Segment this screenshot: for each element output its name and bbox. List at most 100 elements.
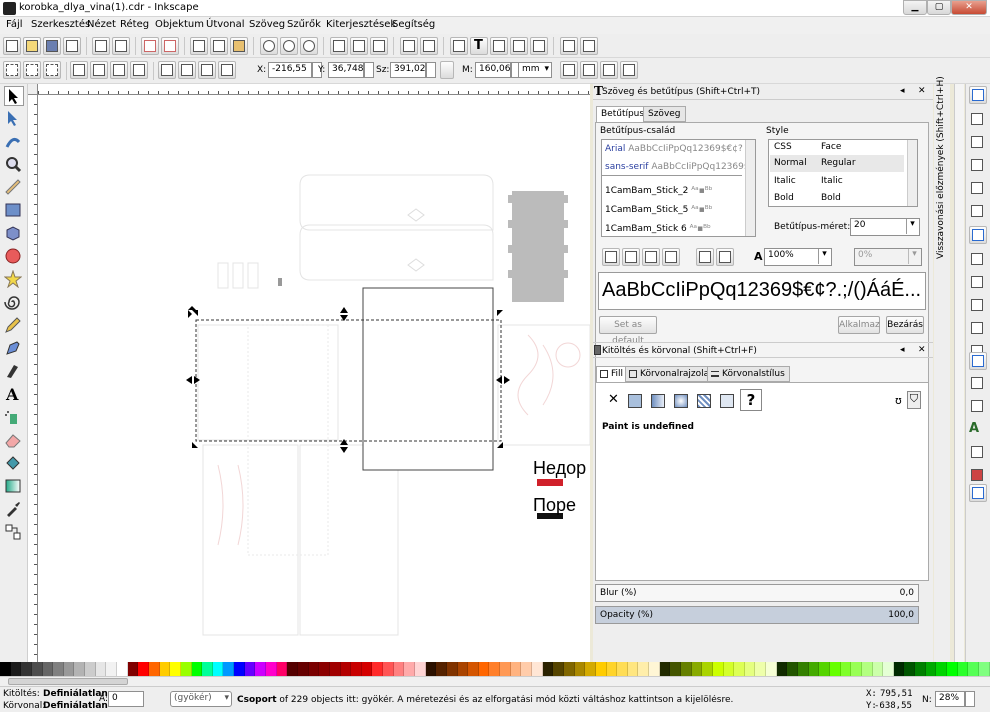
palette-swatch[interactable] <box>489 662 501 676</box>
palette-swatch[interactable] <box>755 662 767 676</box>
menu-view[interactable]: Nézet <box>87 19 116 30</box>
snap-bbox-edge-button[interactable] <box>969 134 987 152</box>
palette-swatch[interactable] <box>170 662 181 676</box>
snap-bbox-button[interactable] <box>969 111 987 129</box>
palette-swatch[interactable] <box>287 662 298 676</box>
snap-others-button[interactable] <box>969 352 987 370</box>
palette-swatch[interactable] <box>351 662 362 676</box>
palette-swatch[interactable] <box>0 662 11 676</box>
measure-tool-icon[interactable] <box>4 178 24 198</box>
export-button[interactable] <box>112 37 130 55</box>
menu-path[interactable]: Útvonal <box>206 19 245 30</box>
palette-swatch[interactable] <box>319 662 330 676</box>
panel-iconify-icon[interactable]: ◂ <box>900 86 905 96</box>
palette-swatch[interactable] <box>436 662 447 676</box>
palette-swatch[interactable] <box>361 662 373 676</box>
palette-swatch[interactable] <box>766 662 777 676</box>
font-item-arial[interactable]: Arial AaBbCcIiPpQq12369$€¢? <box>605 144 745 154</box>
swatch-icon[interactable] <box>720 394 734 408</box>
scale-corners-button[interactable] <box>580 61 598 79</box>
palette-swatch[interactable] <box>180 662 192 676</box>
palette-swatch[interactable] <box>478 662 490 676</box>
import-button[interactable] <box>92 37 110 55</box>
font-item-cambam-5[interactable]: 1CamBam_Stick_5 ᴬᵃ▪ᴮᵇ <box>605 205 745 215</box>
palette-swatch[interactable] <box>606 662 618 676</box>
raise-top-button[interactable] <box>158 61 176 79</box>
palette-swatch[interactable] <box>63 662 75 676</box>
lower-bottom-button[interactable] <box>218 61 236 79</box>
vertical-text-button[interactable] <box>716 248 734 266</box>
palette-swatch[interactable] <box>191 662 203 676</box>
snap-rotation-center-button[interactable] <box>969 398 987 416</box>
tab-stroke-paint[interactable]: Körvonalrajzolat <box>625 366 718 382</box>
palette-swatch[interactable] <box>95 662 107 676</box>
palette-swatch[interactable] <box>212 662 224 676</box>
pattern-icon[interactable] <box>697 394 711 408</box>
palette-swatch[interactable] <box>744 662 756 676</box>
palette-swatch[interactable] <box>595 662 607 676</box>
palette-swatch[interactable] <box>936 662 948 676</box>
align-center-button[interactable] <box>622 248 640 266</box>
transform-patterns-button[interactable] <box>620 61 638 79</box>
palette-swatch[interactable] <box>127 662 139 676</box>
zoom-page-button[interactable] <box>300 37 318 55</box>
palette-swatch[interactable] <box>42 662 54 676</box>
snap-bbox-center-button[interactable] <box>969 203 987 221</box>
snap-guides-button[interactable] <box>969 484 987 502</box>
palette-swatch[interactable] <box>31 662 43 676</box>
y-field[interactable]: 36,748 <box>328 62 364 78</box>
align-left-button[interactable] <box>602 248 620 266</box>
align-right-button[interactable] <box>642 248 660 266</box>
style-list-scrollbar[interactable] <box>907 140 917 206</box>
width-field[interactable]: 391,026 <box>390 62 431 78</box>
zoom-spinner[interactable] <box>965 691 975 707</box>
snap-bbox-corner-button[interactable] <box>969 157 987 175</box>
star-tool-icon[interactable] <box>3 269 24 290</box>
menu-text[interactable]: Szöveg <box>249 19 285 30</box>
palette-swatch[interactable] <box>563 662 575 676</box>
lower-button[interactable] <box>198 61 216 79</box>
font-size-select[interactable]: 20 ▾ <box>850 218 920 236</box>
selector-tool-icon[interactable] <box>4 86 24 106</box>
fill-rule-evenodd-icon[interactable]: ʊ <box>895 394 902 407</box>
palette-swatch[interactable] <box>308 662 320 676</box>
preferences-button[interactable] <box>580 37 598 55</box>
connector-tool-icon[interactable] <box>4 523 24 543</box>
tab-text[interactable]: Szöveg <box>643 106 686 122</box>
snap-object-midpoints-button[interactable] <box>969 375 987 393</box>
eraser-tool-icon[interactable] <box>4 431 24 451</box>
palette-swatch[interactable] <box>329 662 341 676</box>
scale-stroke-button[interactable] <box>560 61 578 79</box>
menu-extensions[interactable]: Kiterjesztések <box>326 19 396 30</box>
palette-swatch[interactable] <box>861 662 873 676</box>
new-document-button[interactable] <box>3 37 21 55</box>
palette-swatch[interactable] <box>414 662 426 676</box>
panel-close-icon[interactable]: ✕ <box>918 345 926 355</box>
palette-swatch[interactable] <box>532 662 543 676</box>
palette-swatch[interactable] <box>734 662 745 676</box>
palette-swatch[interactable] <box>372 662 384 676</box>
palette-swatch[interactable] <box>202 662 213 676</box>
canvas-text-2[interactable]: Поре <box>533 495 576 516</box>
palette-swatch[interactable] <box>638 662 650 676</box>
horizontal-text-button[interactable] <box>696 248 714 266</box>
palette-swatch[interactable] <box>702 662 713 676</box>
snap-paths-button[interactable] <box>969 251 987 269</box>
pencil-tool-icon[interactable] <box>4 316 24 336</box>
lock-proportions-icon[interactable] <box>440 61 454 79</box>
close-window-button[interactable]: ✕ <box>951 0 987 15</box>
layer-select[interactable]: (gyökér) ▾ <box>170 691 232 707</box>
palette-swatch[interactable] <box>223 662 235 676</box>
palette-swatch[interactable] <box>712 662 724 676</box>
snap-page-border-button[interactable] <box>969 444 987 462</box>
palette-swatch[interactable] <box>117 662 128 676</box>
font-item-cambam-2[interactable]: 1CamBam_Stick_2 ᴬᵃ▪ᴮᵇ <box>605 186 745 196</box>
snap-smooth-nodes-button[interactable] <box>969 320 987 338</box>
style-row-normal[interactable]: Normal Regular <box>770 155 904 172</box>
font-family-list[interactable]: Arial AaBbCcIiPpQq12369$€¢? sans-serif A… <box>601 139 756 237</box>
snap-bbox-midpoint-button[interactable] <box>969 180 987 198</box>
calligraphy-tool-icon[interactable] <box>4 362 24 382</box>
palette-swatch[interactable] <box>297 662 309 676</box>
palette-swatch[interactable] <box>808 662 820 676</box>
palette-swatch[interactable] <box>148 662 160 676</box>
